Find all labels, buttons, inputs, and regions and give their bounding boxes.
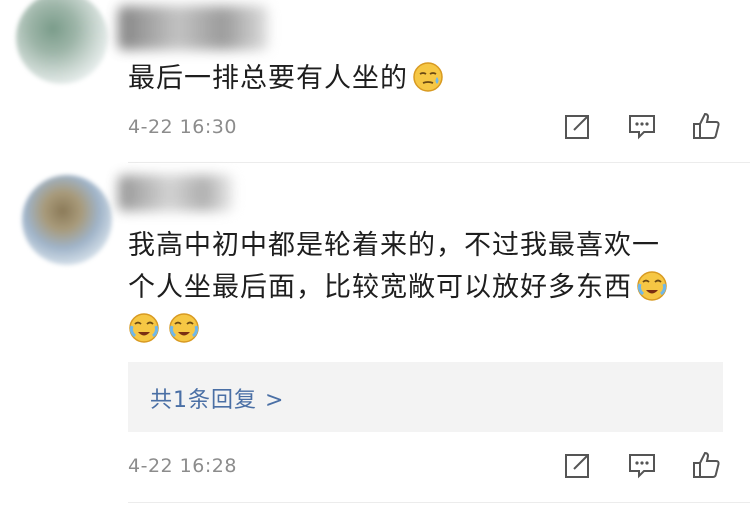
share-icon[interactable] <box>562 449 594 481</box>
share-icon[interactable] <box>562 110 594 142</box>
replies-link[interactable]: 共1条回复 > <box>128 362 723 432</box>
comment-text: 最后一排总要有人坐的 <box>128 58 444 100</box>
comment-text: 我高中初中都是轮着来的，不过我最喜欢一 个人坐最后面，比较宽敞可以放好多东西 <box>128 225 728 351</box>
comment-item: 最后一排总要有人坐的 4-22 16:30 <box>0 0 750 162</box>
loudly-crying-icon <box>637 271 667 301</box>
loudly-crying-icon <box>129 313 159 343</box>
comment-item: 我高中初中都是轮着来的，不过我最喜欢一 个人坐最后面，比较宽敞可以放好多东西 共… <box>0 163 750 507</box>
smirk-sweat-icon <box>413 62 443 92</box>
comment-body-line1: 我高中初中都是轮着来的，不过我最喜欢一 <box>128 230 660 261</box>
like-icon[interactable] <box>690 110 722 142</box>
comment-actions <box>562 110 722 142</box>
comment-time: 4-22 16:28 <box>128 455 237 477</box>
comment-body: 最后一排总要有人坐的 <box>128 63 408 94</box>
replies-label[interactable]: 共1条回复 > <box>150 382 284 414</box>
avatar[interactable] <box>16 0 108 84</box>
divider <box>128 502 750 503</box>
comment-actions <box>562 449 722 481</box>
avatar[interactable] <box>22 175 112 265</box>
comment-icon[interactable] <box>626 449 658 481</box>
like-icon[interactable] <box>690 449 722 481</box>
comment-time: 4-22 16:30 <box>128 116 237 138</box>
username-blurred[interactable] <box>118 175 233 211</box>
loudly-crying-icon <box>169 313 199 343</box>
username-blurred[interactable] <box>118 6 268 50</box>
comment-icon[interactable] <box>626 110 658 142</box>
comment-body-line2: 个人坐最后面，比较宽敞可以放好多东西 <box>128 272 632 303</box>
